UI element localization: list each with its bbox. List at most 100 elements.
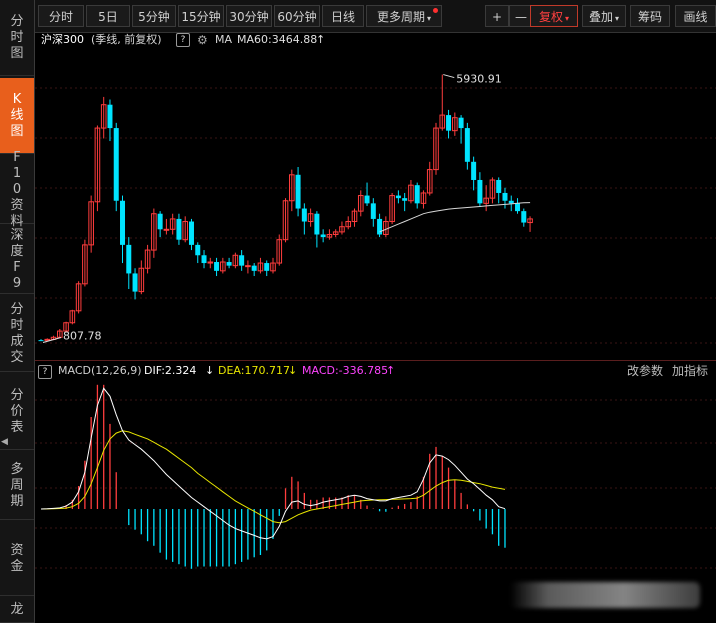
period-tab-label: 日线 bbox=[330, 10, 355, 24]
draw-line-button[interactable]: 画线 bbox=[675, 5, 716, 27]
sidebar-item-3[interactable]: 深度F9 bbox=[0, 226, 34, 294]
sidebar-item-7[interactable]: 资金 bbox=[0, 522, 34, 596]
ma60-value: MA60:3464.88 bbox=[237, 33, 318, 46]
collapse-arrow-icon[interactable]: ◀ bbox=[1, 437, 8, 447]
candle-body-down bbox=[521, 211, 527, 223]
draw-line-button-label: 画线 bbox=[683, 10, 708, 24]
candle-body-down bbox=[502, 192, 508, 201]
dif-arrow-icon: ↓ bbox=[205, 364, 215, 377]
chevron-down-icon: ▾ bbox=[615, 14, 620, 23]
period-tab-5[interactable]: 60分钟 bbox=[274, 5, 320, 27]
zoom-out-button-label: — bbox=[515, 10, 527, 24]
candle-body-down bbox=[414, 185, 420, 204]
panel-divider bbox=[35, 360, 716, 361]
sidebar-item-label: 多周期 bbox=[10, 461, 24, 509]
period-tab-label: 5日 bbox=[98, 10, 118, 24]
dif-value: DIF:2.324 bbox=[144, 364, 197, 377]
sidebar-item-2[interactable]: F10资料 bbox=[0, 150, 34, 229]
candle-body-down bbox=[126, 244, 132, 274]
sidebar-item-1[interactable]: K线图 bbox=[0, 78, 34, 154]
candle-body-up bbox=[163, 228, 170, 231]
overlay-button-label: 叠加 bbox=[588, 10, 613, 24]
sidebar-item-label: 分时成交 bbox=[10, 301, 24, 365]
candle-body-up bbox=[245, 265, 251, 268]
instrument-name: 沪深300 bbox=[41, 33, 84, 46]
overlay-button[interactable]: 叠加 ▾ bbox=[582, 5, 626, 27]
candle-body-down bbox=[201, 255, 207, 264]
add-indicator-button[interactable]: 加指标 bbox=[672, 362, 708, 380]
period-tab-label: 5分钟 bbox=[138, 10, 170, 24]
candle-body-down bbox=[508, 200, 514, 204]
candle-body-down bbox=[132, 273, 138, 292]
period-tab-1[interactable]: 5日 bbox=[86, 5, 130, 27]
period-tab-4[interactable]: 30分钟 bbox=[226, 5, 272, 27]
chevron-down-icon: ▾ bbox=[427, 14, 432, 23]
period-tab-label: 60分钟 bbox=[277, 10, 317, 24]
high-pointer bbox=[443, 74, 455, 79]
fuquan-button[interactable]: 复权 ▾ bbox=[530, 5, 578, 27]
dea-arrow-icon: ↓ bbox=[288, 364, 298, 377]
candle-body-down bbox=[120, 200, 126, 245]
info-bar: 沪深300 (季线, 前复权) ? ⚙ MA MA60:3464.88 ↑ bbox=[35, 32, 716, 48]
dea-value: DEA:170.717 bbox=[218, 364, 290, 377]
help-icon[interactable]: ? bbox=[176, 33, 190, 47]
candle-body-down bbox=[295, 174, 301, 209]
candle-body-down bbox=[226, 262, 232, 266]
sidebar-item-label: 深度F9 bbox=[10, 227, 24, 291]
period-tab-0[interactable]: 分时 bbox=[38, 5, 84, 27]
macd-bar: ? MACD(12,26,9) DIF:2.324 ↓ DEA:170.717 … bbox=[35, 362, 716, 380]
candle-body-down bbox=[515, 203, 521, 212]
candle-body-down bbox=[176, 218, 182, 240]
ma60-arrow-icon: ↑ bbox=[316, 33, 326, 46]
sidebar-item-8[interactable]: 龙 bbox=[0, 598, 34, 623]
sidebar-item-label: K线图 bbox=[10, 91, 24, 139]
candle-body-down bbox=[377, 218, 383, 235]
period-tab-label: 分时 bbox=[48, 10, 73, 24]
period-tab-label: 30分钟 bbox=[229, 10, 269, 24]
candle-body-down bbox=[264, 263, 270, 271]
sidebar-item-label: 分时图 bbox=[10, 13, 24, 61]
candle-body-down bbox=[188, 221, 194, 245]
candle-body-down bbox=[113, 128, 119, 201]
help-icon[interactable]: ? bbox=[38, 365, 52, 379]
macd-label: MACD(12,26,9) bbox=[58, 364, 142, 377]
ma60-line bbox=[379, 202, 531, 233]
sidebar-item-label: F10资料 bbox=[10, 149, 24, 229]
chart-area: 5930.91 807.78 bbox=[35, 73, 716, 569]
high-price-label: 5930.91 bbox=[456, 73, 502, 86]
candle-body-down bbox=[251, 265, 257, 271]
fuquan-button-label: 复权 bbox=[538, 10, 563, 24]
notification-dot bbox=[433, 8, 438, 13]
sidebar-item-6[interactable]: 多周期 bbox=[0, 452, 34, 520]
sidebar-item-label: 资金 bbox=[10, 542, 24, 574]
period-tab-3[interactable]: 15分钟 bbox=[178, 5, 224, 27]
candle-body-down bbox=[195, 244, 201, 256]
candle-body-down bbox=[496, 179, 502, 193]
zoom-in-button[interactable]: + bbox=[485, 5, 509, 27]
chips-button[interactable]: 筹码 bbox=[630, 5, 670, 27]
period-tab-2[interactable]: 5分钟 bbox=[132, 5, 176, 27]
sidebar-item-label: 分价表 bbox=[10, 387, 24, 435]
sidebar: 分时图 K线图 F10资料 深度F9 分时成交分价表多周期资金龙 bbox=[0, 0, 35, 623]
period-tab-6[interactable]: 日线 bbox=[322, 5, 364, 27]
chart-mode: (季线, 前复权) bbox=[91, 33, 162, 46]
period-tab-label: 更多周期 bbox=[376, 10, 425, 24]
period-tab-7[interactable]: 更多周期 ▾ bbox=[366, 5, 442, 27]
candle-body-down bbox=[239, 255, 245, 266]
low-price-label: 807.78 bbox=[63, 330, 102, 343]
sidebar-item-label: 龙 bbox=[10, 602, 24, 617]
sidebar-item-4[interactable]: 分时成交 bbox=[0, 296, 34, 372]
candle-body-down bbox=[38, 340, 44, 342]
change-params-button[interactable]: 改参数 bbox=[627, 362, 663, 380]
candle-body-down bbox=[214, 262, 220, 271]
candle-body-down bbox=[464, 128, 470, 162]
settings-icon[interactable]: ⚙ bbox=[197, 32, 208, 48]
period-tab-label: 15分钟 bbox=[181, 10, 221, 24]
sidebar-item-0[interactable]: 分时图 bbox=[0, 0, 34, 76]
candle-body-down bbox=[107, 104, 113, 129]
zoom-in-button-label: + bbox=[491, 10, 503, 24]
candle-body-down bbox=[364, 195, 370, 204]
candle-body-down bbox=[402, 198, 408, 201]
candle-body-down bbox=[477, 179, 483, 204]
candle-body-down bbox=[301, 208, 307, 222]
